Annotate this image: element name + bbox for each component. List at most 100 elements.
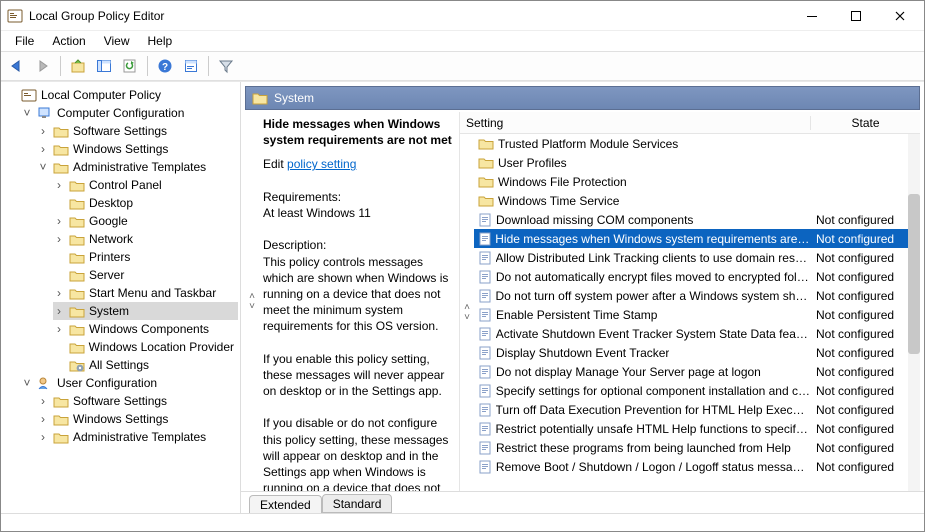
setting-state: Not configured — [810, 365, 920, 379]
column-header[interactable]: Setting State — [460, 112, 920, 134]
chevron-right-icon[interactable]: › — [53, 286, 65, 300]
chevron-right-icon[interactable]: › — [53, 322, 65, 336]
tab-standard[interactable]: Standard — [322, 494, 393, 513]
tree-item[interactable]: ›Network — [53, 230, 238, 248]
list-scroller-buttons[interactable]: ˄˅ — [460, 134, 474, 491]
tree-administrative-templates[interactable]: ˅Administrative Templates — [37, 158, 238, 176]
menu-help[interactable]: Help — [140, 32, 181, 50]
setting-row[interactable]: User Profiles — [474, 153, 920, 172]
setting-row[interactable]: Do not display Manage Your Server page a… — [474, 362, 920, 381]
edit-policy-link[interactable]: policy setting — [287, 157, 356, 171]
chevron-right-icon[interactable]: › — [53, 178, 65, 192]
tree-item[interactable]: ›Windows Components — [53, 320, 238, 338]
setting-state: Not configured — [810, 308, 920, 322]
help-button[interactable]: ? — [153, 54, 177, 78]
setting-name: Enable Persistent Time Stamp — [496, 308, 657, 322]
setting-row[interactable]: Remove Boot / Shutdown / Logon / Logoff … — [474, 457, 920, 476]
maximize-button[interactable] — [834, 2, 878, 30]
tree-root[interactable]: Local Computer Policy — [5, 86, 238, 104]
setting-state: Not configured — [810, 460, 920, 474]
menu-action[interactable]: Action — [44, 32, 93, 50]
tree-item[interactable]: ›Windows Settings — [37, 410, 238, 428]
setting-name: Allow Distributed Link Tracking clients … — [496, 251, 811, 265]
chevron-right-icon[interactable]: › — [53, 214, 65, 228]
tree-item[interactable]: ›Windows Settings — [37, 140, 238, 158]
filter-button[interactable] — [214, 54, 238, 78]
chevron-right-icon[interactable]: › — [37, 430, 49, 444]
tree-item[interactable]: ›Software Settings — [37, 392, 238, 410]
tree-user-configuration[interactable]: ˅User Configuration — [21, 374, 238, 392]
setting-row[interactable]: Specify settings for optional component … — [474, 381, 920, 400]
properties-button[interactable] — [179, 54, 203, 78]
setting-row[interactable]: Restrict potentially unsafe HTML Help fu… — [474, 419, 920, 438]
tree-item[interactable]: ›System — [53, 302, 238, 320]
settings-pane: Setting State ˄˅ Trusted Platform Module… — [459, 112, 920, 491]
tree-item[interactable]: Desktop — [53, 194, 238, 212]
tree-item[interactable]: ›Google — [53, 212, 238, 230]
setting-row[interactable]: Activate Shutdown Event Tracker System S… — [474, 324, 920, 343]
setting-row[interactable]: Trusted Platform Module Services — [474, 134, 920, 153]
app-icon — [7, 8, 23, 24]
setting-row[interactable]: Windows File Protection — [474, 172, 920, 191]
tree-computer-configuration[interactable]: ˅Computer Configuration — [21, 104, 238, 122]
tree-item[interactable]: ›Control Panel — [53, 176, 238, 194]
chevron-right-icon[interactable]: › — [37, 142, 49, 156]
requirements-value: At least Windows 11 — [263, 205, 453, 221]
setting-row[interactable]: Display Shutdown Event TrackerNot config… — [474, 343, 920, 362]
setting-name: Windows File Protection — [498, 175, 627, 189]
tree-item[interactable]: Windows Location Provider — [53, 338, 238, 356]
folder-icon — [252, 91, 268, 105]
setting-row[interactable]: Enable Persistent Time Stamp Not configur… — [474, 305, 920, 324]
setting-state: Not configured — [810, 384, 920, 398]
chevron-right-icon[interactable]: › — [53, 232, 65, 246]
close-button[interactable] — [878, 2, 922, 30]
chevron-down-icon: ˅ — [249, 302, 255, 312]
chevron-right-icon[interactable]: › — [53, 304, 65, 318]
back-button[interactable] — [5, 54, 29, 78]
tree-item[interactable]: ›Software Settings — [37, 122, 238, 140]
menu-file[interactable]: File — [7, 32, 42, 50]
tree-item[interactable]: ›Start Menu and Taskbar — [53, 284, 238, 302]
refresh-button[interactable] — [118, 54, 142, 78]
tree-item[interactable]: Printers — [53, 248, 238, 266]
tab-extended[interactable]: Extended — [249, 495, 322, 513]
column-state[interactable]: State — [810, 116, 920, 130]
scrollbar[interactable] — [908, 134, 920, 491]
setting-row[interactable]: Restrict these programs from being launc… — [474, 438, 920, 457]
chevron-down-icon[interactable]: ˅ — [21, 106, 33, 120]
setting-state: Not configured — [810, 441, 920, 455]
menu-view[interactable]: View — [96, 32, 138, 50]
description-p3: If you disable or do not configure this … — [263, 415, 453, 491]
minimize-button[interactable] — [790, 2, 834, 30]
up-button[interactable] — [66, 54, 90, 78]
setting-state: Not configured — [810, 270, 920, 284]
chevron-right-icon[interactable]: › — [37, 394, 49, 408]
setting-row[interactable]: Hide messages when Windows system requir… — [474, 229, 920, 248]
detail-scroller[interactable]: ˄˅ — [245, 112, 259, 491]
chevron-down-icon[interactable]: ˅ — [37, 160, 49, 174]
edit-label: Edit — [263, 157, 284, 171]
chevron-right-icon[interactable]: › — [37, 412, 49, 426]
setting-row[interactable]: Do not automatically encrypt files moved… — [474, 267, 920, 286]
chevron-right-icon[interactable]: › — [37, 124, 49, 138]
setting-row[interactable]: Turn off Data Execution Prevention for H… — [474, 400, 920, 419]
chevron-down-icon[interactable]: ˅ — [21, 376, 33, 390]
setting-state: Not configured — [810, 346, 920, 360]
tree-item[interactable]: ›Administrative Templates — [37, 428, 238, 446]
requirements-label: Requirements: — [263, 189, 453, 205]
setting-row[interactable]: Do not turn off system power after a Win… — [474, 286, 920, 305]
setting-row[interactable]: Windows Time Service — [474, 191, 920, 210]
forward-button[interactable] — [31, 54, 55, 78]
column-setting[interactable]: Setting — [460, 116, 810, 130]
setting-row[interactable]: Download missing COM componentsNot confi… — [474, 210, 920, 229]
tree-pane[interactable]: Local Computer Policy˅Computer Configura… — [1, 82, 241, 513]
scrollbar-thumb[interactable] — [908, 194, 920, 354]
tree-item[interactable]: Server — [53, 266, 238, 284]
show-hide-tree-button[interactable] — [92, 54, 116, 78]
statusbar — [1, 513, 924, 531]
setting-name: Hide messages when Windows system requir… — [495, 232, 810, 246]
tree-item[interactable]: All Settings — [53, 356, 238, 374]
settings-list[interactable]: Trusted Platform Module ServicesUser Pro… — [474, 134, 920, 491]
svg-text:?: ? — [162, 62, 168, 73]
setting-row[interactable]: Allow Distributed Link Tracking clients … — [474, 248, 920, 267]
